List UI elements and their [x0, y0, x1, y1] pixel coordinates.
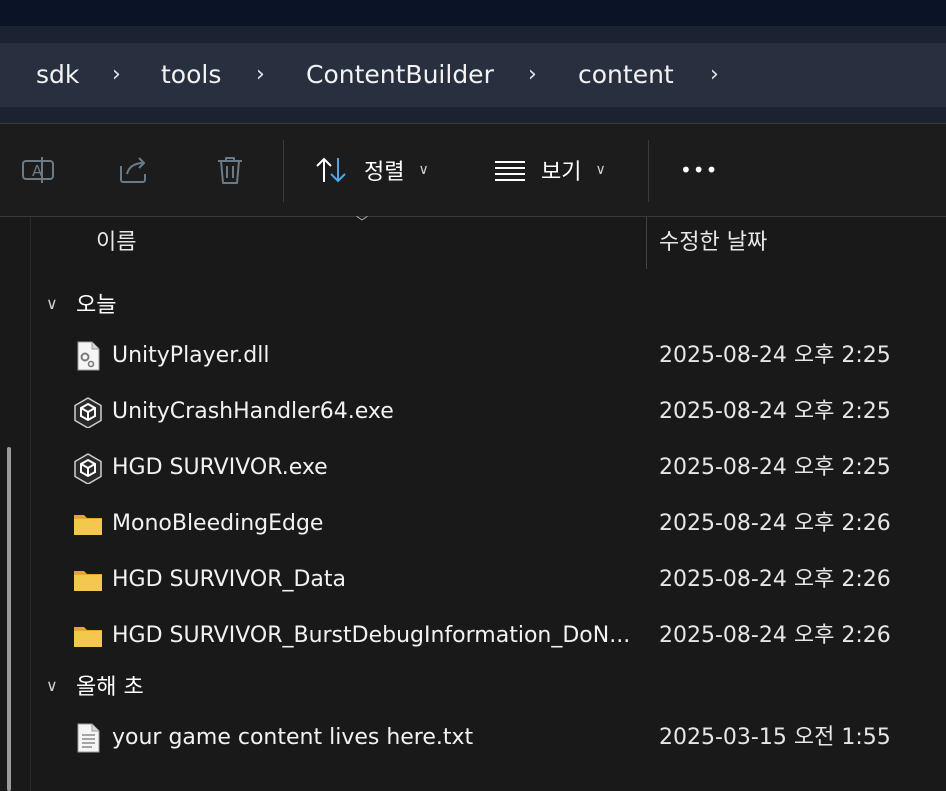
breadcrumb-item-content[interactable]: content	[578, 43, 674, 107]
list-item[interactable]: HGD SURVIVOR_Data 2025-08-24 오후 2:26	[70, 555, 930, 605]
list-item[interactable]: HGD SURVIVOR.exe 2025-08-24 오후 2:25	[70, 443, 930, 493]
address-bar: sdk › tools › ContentBuilder › content ›	[0, 26, 946, 124]
sort-direction-icon: ﹀	[356, 215, 369, 229]
group-label: 오늘	[76, 293, 117, 318]
file-date: 2025-08-24 오후 2:25	[659, 399, 891, 424]
column-divider[interactable]	[646, 217, 647, 269]
chevron-down-icon: ∨	[46, 293, 58, 313]
file-name: UnityPlayer.dll	[112, 343, 270, 368]
list-item[interactable]: HGD SURVIVOR_BurstDebugInformation_DoN..…	[70, 611, 930, 661]
share-icon[interactable]	[116, 152, 152, 188]
dll-file-icon	[77, 341, 100, 371]
toolbar-divider	[283, 140, 284, 202]
file-date: 2025-08-24 오후 2:26	[659, 511, 891, 536]
unity-exe-icon	[74, 453, 102, 484]
list-item[interactable]: your game content lives here.txt 2025-03…	[70, 713, 930, 763]
list-item[interactable]: UnityPlayer.dll 2025-08-24 오후 2:25	[70, 331, 930, 381]
text-file-icon	[77, 723, 100, 753]
sort-button[interactable]: 정렬 ∨	[314, 144, 429, 196]
window-title-bar	[0, 0, 946, 26]
more-options-button[interactable]: •••	[680, 144, 718, 196]
chevron-right-icon[interactable]: ›	[710, 43, 719, 107]
chevron-down-icon: ∨	[595, 162, 606, 178]
breadcrumb-item-contentbuilder[interactable]: ContentBuilder	[306, 43, 494, 107]
file-name: MonoBleedingEdge	[112, 511, 324, 536]
file-date: 2025-03-15 오전 1:55	[659, 725, 891, 750]
chevron-right-icon[interactable]: ›	[528, 43, 537, 107]
sort-label: 정렬	[364, 160, 405, 185]
rename-icon[interactable]: A	[20, 152, 56, 188]
list-item[interactable]: UnityCrashHandler64.exe 2025-08-24 오후 2:…	[70, 387, 930, 437]
folder-icon	[74, 515, 102, 535]
sort-icon	[316, 157, 346, 183]
file-name: HGD SURVIVOR.exe	[112, 455, 328, 480]
breadcrumb-item-tools[interactable]: tools	[161, 43, 221, 107]
chevron-down-icon: ∨	[418, 162, 429, 178]
group-label: 올해 초	[76, 675, 144, 700]
vertical-scrollbar[interactable]	[0, 217, 31, 791]
folder-icon	[74, 571, 102, 591]
file-date: 2025-08-24 오후 2:25	[659, 455, 891, 480]
toolbar-divider	[648, 140, 649, 202]
breadcrumb-item-sdk[interactable]: sdk	[36, 43, 79, 107]
chevron-right-icon[interactable]: ›	[256, 43, 265, 107]
view-label: 보기	[541, 160, 582, 185]
list-item[interactable]: MonoBleedingEdge 2025-08-24 오후 2:26	[70, 499, 930, 549]
view-button[interactable]: 보기 ∨	[493, 144, 606, 196]
group-header-today[interactable]: ∨ 오늘	[46, 283, 116, 323]
file-date: 2025-08-24 오후 2:26	[659, 567, 891, 592]
scrollbar-thumb[interactable]	[7, 447, 11, 791]
file-date: 2025-08-24 오후 2:26	[659, 623, 891, 648]
chevron-right-icon[interactable]: ›	[112, 43, 121, 107]
chevron-down-icon: ∨	[46, 675, 58, 695]
unity-exe-icon	[74, 397, 102, 428]
command-bar: A 정렬 ∨ 보기 ∨ •••	[0, 124, 946, 217]
folder-icon	[74, 627, 102, 647]
more-icon: •••	[680, 158, 719, 182]
view-list-icon	[495, 161, 525, 181]
column-header-name[interactable]: 이름	[96, 217, 136, 269]
file-name: your game content lives here.txt	[112, 725, 474, 750]
file-date: 2025-08-24 오후 2:25	[659, 343, 891, 368]
column-header-date-modified[interactable]: 수정한 날짜	[659, 217, 767, 269]
file-name: HGD SURVIVOR_Data	[112, 567, 347, 592]
group-header-earlier-this-year[interactable]: ∨ 올해 초	[46, 665, 144, 705]
file-list-pane: ﹀ 이름 수정한 날짜 ∨ 오늘 UnityPlayer.dll 2025-08…	[0, 215, 946, 791]
breadcrumb[interactable]: sdk › tools › ContentBuilder › content ›	[0, 43, 946, 107]
file-name: HGD SURVIVOR_BurstDebugInformation_DoN..…	[112, 623, 631, 648]
trash-icon[interactable]	[212, 152, 248, 188]
file-name: UnityCrashHandler64.exe	[112, 399, 394, 424]
